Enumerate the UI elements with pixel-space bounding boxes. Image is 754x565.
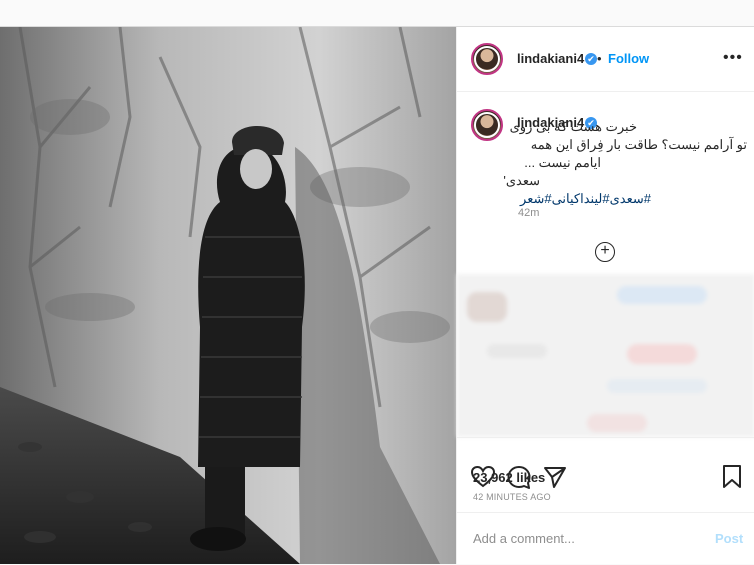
caption-line-2: تو آرامم نیست؟ طاقت بار فِراق این همه bbox=[530, 137, 747, 152]
plus-circle-icon[interactable]: + bbox=[595, 242, 615, 262]
share-icon[interactable] bbox=[543, 465, 567, 489]
avatar[interactable] bbox=[471, 43, 503, 75]
likes-count[interactable]: 23,962 likes bbox=[473, 470, 545, 485]
caption-hashtags[interactable]: #سعدی#لینداکیانی#شعر bbox=[520, 191, 651, 207]
follow-button[interactable]: Follow bbox=[608, 51, 649, 66]
post-card: lindakiani4 ✔ • Follow ••• lindakiani4 ✔… bbox=[0, 26, 754, 564]
caption-line-1: خبرت هست که بی روی bbox=[509, 119, 637, 134]
bookmark-icon[interactable] bbox=[721, 465, 743, 489]
comment-bar: Post bbox=[457, 512, 754, 565]
blurred-comments bbox=[457, 274, 754, 437]
post-sidebar: lindakiani4 ✔ • Follow ••• lindakiani4 ✔… bbox=[456, 27, 754, 564]
username-link[interactable]: lindakiani4 bbox=[517, 51, 584, 66]
more-dots-icon[interactable]: ••• bbox=[723, 49, 743, 67]
separator-dot: • bbox=[597, 51, 602, 66]
post-timestamp: 42 MINUTES AGO bbox=[473, 492, 551, 502]
post-comment-button[interactable]: Post bbox=[715, 531, 743, 546]
verified-badge-icon: ✔ bbox=[585, 53, 597, 65]
comment-input[interactable] bbox=[473, 531, 703, 546]
caption-avatar[interactable] bbox=[471, 109, 503, 141]
caption-line-4: سعدی' bbox=[503, 173, 540, 188]
post-header: lindakiani4 ✔ • Follow ••• bbox=[457, 27, 754, 92]
post-photo[interactable] bbox=[0, 27, 456, 564]
caption-line-3: ایامم نیست ... bbox=[524, 155, 601, 170]
photo-illustration bbox=[0, 27, 456, 564]
caption-time: 42m bbox=[518, 207, 540, 219]
